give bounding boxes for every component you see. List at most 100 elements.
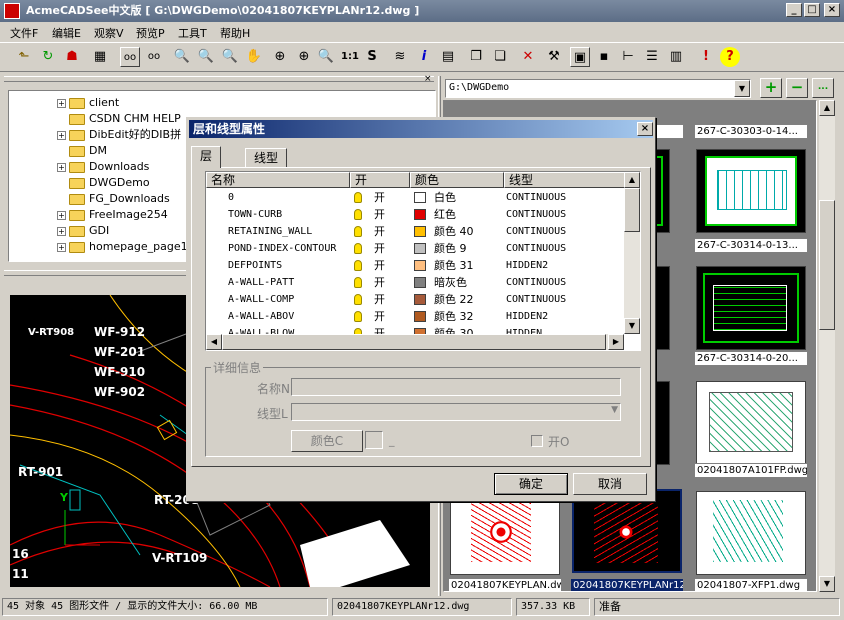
list-hscroll-thumb[interactable] xyxy=(222,334,606,350)
tree-item[interactable]: + GDI xyxy=(57,223,109,239)
path-combo[interactable]: G:\DWGDemo ▼ xyxy=(445,79,751,98)
add-icon[interactable]: + xyxy=(760,78,782,98)
thumbnail-267-c-30314-13[interactable] xyxy=(696,266,806,350)
column-header-on[interactable]: 开 xyxy=(350,172,410,188)
thumbnail-caption-selected[interactable]: 02041807KEYPLANr12.dwg xyxy=(570,578,684,591)
linetype-dropdown-icon[interactable]: ▼ xyxy=(611,405,618,415)
zoom-previous-icon[interactable]: ⊕ xyxy=(294,47,314,67)
tab-layers[interactable]: 层 xyxy=(191,146,222,168)
scroll-up-icon[interactable]: ▲ xyxy=(819,100,835,116)
info-icon[interactable]: i xyxy=(414,47,434,67)
expand-icon[interactable]: + xyxy=(57,162,66,172)
layer-row[interactable]: 0 开 白色 CONTINUOUS xyxy=(206,189,626,206)
lightbulb-icon[interactable] xyxy=(354,192,362,203)
expand-icon[interactable]: + xyxy=(57,130,66,140)
copy-icon[interactable]: ❐ xyxy=(466,47,486,67)
close-button[interactable]: × xyxy=(824,3,840,17)
layers-icon[interactable]: ≋ xyxy=(390,47,410,67)
refresh-icon[interactable]: ↻ xyxy=(38,47,58,67)
remove-icon[interactable]: − xyxy=(786,78,808,98)
expand-icon[interactable]: + xyxy=(57,210,66,220)
column-header-name[interactable]: 名称 xyxy=(206,172,350,188)
thumbnail-scrollbar[interactable]: ▲ ▼ xyxy=(819,100,835,592)
view-mode-2-icon[interactable]: oo xyxy=(144,47,164,67)
zoom-extents-icon[interactable]: ⊕ xyxy=(270,47,290,67)
scroll-down-icon[interactable]: ▼ xyxy=(819,576,835,592)
thumbnail-caption[interactable]: 267-C-30314-0-20... xyxy=(694,351,808,366)
list-scroll-left-icon[interactable]: ◀ xyxy=(206,334,222,350)
layer-row[interactable]: A-WALL-ABOV 开 颜色 32 HIDDEN2 xyxy=(206,308,626,325)
lightbulb-icon[interactable] xyxy=(354,243,362,254)
tree-item[interactable]: FG_Downloads xyxy=(57,191,170,207)
on-checkbox[interactable] xyxy=(531,435,543,447)
zoom-window-icon[interactable]: 🔍 xyxy=(220,47,240,67)
menu-preview[interactable]: 预览P xyxy=(136,25,165,41)
s-icon[interactable]: S xyxy=(362,47,382,67)
list-scroll-down-icon[interactable]: ▼ xyxy=(624,318,640,334)
path-combo-dropdown-icon[interactable]: ▼ xyxy=(734,80,750,97)
warning-icon[interactable]: ! xyxy=(696,47,716,67)
tree-item[interactable]: + Downloads xyxy=(57,159,149,175)
layer-row[interactable]: RETAINING_WALL 开 颜色 40 CONTINUOUS xyxy=(206,223,626,240)
tools-icon[interactable]: ⚒ xyxy=(544,47,564,67)
list-scroll-up-icon[interactable]: ▲ xyxy=(624,172,640,188)
lightbulb-icon[interactable] xyxy=(354,311,362,322)
thumbnail-02041807-xfp1[interactable] xyxy=(696,491,806,575)
maximize-button[interactable]: □ xyxy=(804,3,820,17)
thumbnail-02041807a101fp[interactable] xyxy=(696,381,806,465)
thumbnail-267-c-30303[interactable] xyxy=(696,149,806,233)
dialog-close-button[interactable]: × xyxy=(637,122,653,136)
color-button[interactable]: 颜色C xyxy=(291,430,363,452)
menu-edit[interactable]: 编辑E xyxy=(52,25,81,41)
linetype-select[interactable]: ▼ xyxy=(291,403,621,421)
tab-linetypes[interactable]: 线型 xyxy=(245,148,288,168)
help-icon[interactable]: ? xyxy=(720,47,740,67)
paste-icon[interactable]: ❏ xyxy=(490,47,510,67)
list-scroll-thumb[interactable] xyxy=(624,188,640,232)
lightbulb-icon[interactable] xyxy=(354,294,362,305)
menu-tools[interactable]: 工具T xyxy=(178,25,207,41)
zoom-realtime-icon[interactable]: 🔍 xyxy=(316,47,336,67)
more-icon[interactable]: ... xyxy=(812,78,834,98)
ok-button[interactable]: 确定 xyxy=(494,473,568,495)
column-header-linetype[interactable]: 线型 xyxy=(504,172,626,188)
properties-icon[interactable]: ▤ xyxy=(438,47,458,67)
tree-view-icon[interactable]: ⊢ xyxy=(618,47,638,67)
menu-help[interactable]: 帮助H xyxy=(220,25,250,41)
thumbnail-caption[interactable]: 02041807-XFP1.dwg xyxy=(694,578,808,591)
tree-pane-close-icon[interactable]: × xyxy=(424,74,432,84)
delete-icon[interactable]: ✕ xyxy=(518,47,538,67)
layer-row[interactable]: POND-INDEX-CONTOUR 开 颜色 9 CONTINUOUS xyxy=(206,240,626,257)
cancel-button[interactable]: 取消 xyxy=(573,473,647,495)
thumbnail-caption[interactable]: 267-C-30314-0-13... xyxy=(694,238,808,253)
lightbulb-icon[interactable] xyxy=(354,260,362,271)
list-view-icon[interactable]: ☰ xyxy=(642,47,662,67)
layer-row[interactable]: DEFPOINTS 开 颜色 31 HIDDEN2 xyxy=(206,257,626,274)
menu-file[interactable]: 文件F xyxy=(10,25,38,41)
column-header-color[interactable]: 颜色 xyxy=(410,172,504,188)
layer-row[interactable]: TOWN-CURB 开 红色 CONTINUOUS xyxy=(206,206,626,223)
name-input[interactable] xyxy=(291,378,621,396)
folder-up-icon[interactable]: ⬑ xyxy=(14,47,34,67)
thumbnail-view-icon[interactable]: ▣ xyxy=(570,47,590,67)
tree-item[interactable]: + homepage_page1 xyxy=(57,239,188,255)
user-icon[interactable]: ☗ xyxy=(62,47,82,67)
grid-view-icon[interactable]: ▦ xyxy=(90,47,110,67)
zoom-out-icon[interactable]: 🔍 xyxy=(172,47,192,67)
tree-pane-grip[interactable] xyxy=(4,76,434,82)
tree-item[interactable]: + FreeImage254 xyxy=(57,207,168,223)
tree-item[interactable]: + client xyxy=(57,95,119,111)
actual-size-icon[interactable]: 1:1 xyxy=(340,47,360,67)
thumbnail-caption[interactable]: 267-C-30303-0-14... xyxy=(694,124,808,139)
thumbnail-caption[interactable]: 02041807KEYPLAN.dwg xyxy=(448,578,562,591)
layer-list-vscrollbar[interactable]: ▲ ▼ xyxy=(624,172,640,334)
menu-view[interactable]: 观察V xyxy=(94,25,124,41)
lightbulb-icon[interactable] xyxy=(354,209,362,220)
details-view-icon[interactable]: ▥ xyxy=(666,47,686,67)
tree-item[interactable]: CSDN CHM HELP xyxy=(57,111,181,127)
lightbulb-icon[interactable] xyxy=(354,226,362,237)
tree-item[interactable]: + DibEdit好的DIB拼 xyxy=(57,127,181,143)
thumbnail-02041807keyplan[interactable] xyxy=(450,491,560,575)
pan-icon[interactable]: ✋ xyxy=(244,47,264,67)
expand-icon[interactable]: + xyxy=(57,226,66,236)
